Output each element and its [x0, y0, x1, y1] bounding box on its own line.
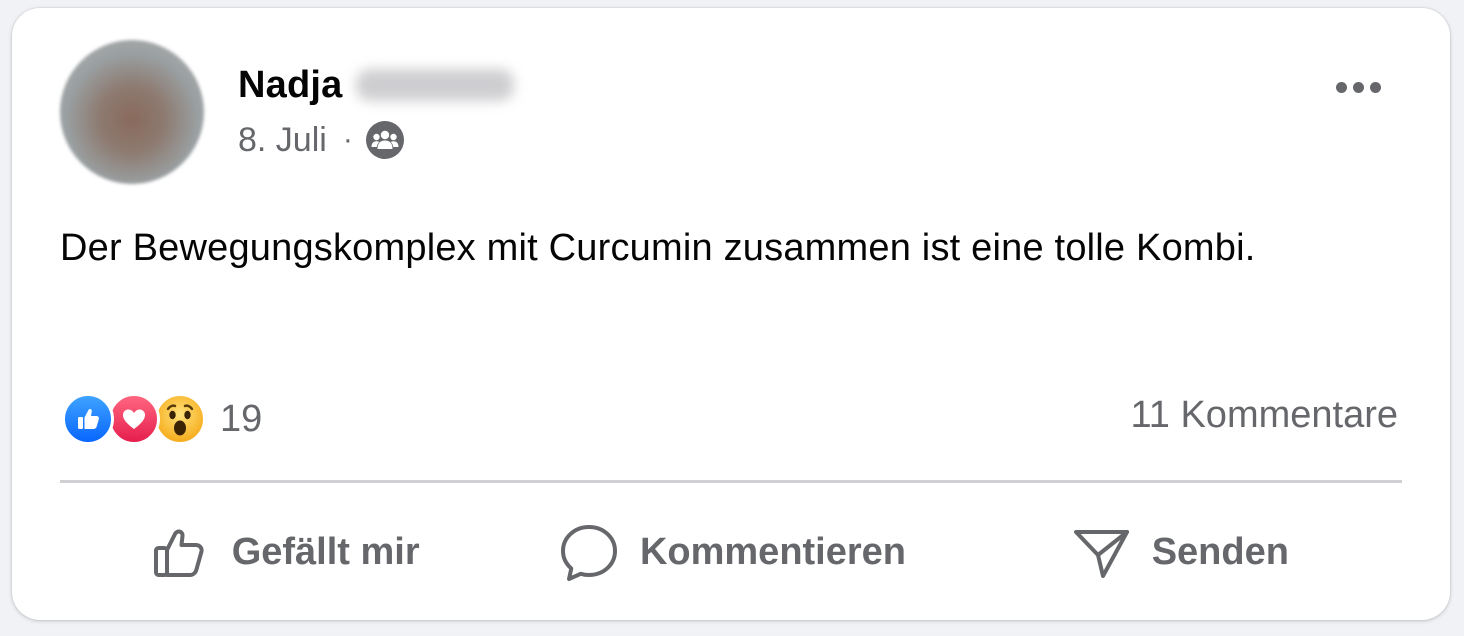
action-bar: Gefällt mir Kommentieren Senden: [60, 502, 1402, 602]
send-button-label: Senden: [1151, 530, 1289, 573]
post-card: Nadja 8. Juli · Der Bewegungskomplex mit…: [12, 8, 1450, 620]
send-button[interactable]: Senden: [955, 502, 1402, 602]
meta-separator: ·: [342, 123, 353, 156]
author-header: Nadja: [238, 62, 515, 108]
comments-count-link[interactable]: 11 Kommentare: [1130, 394, 1398, 437]
like-button-label: Gefällt mir: [231, 530, 420, 573]
dot: [1352, 81, 1364, 93]
dot: [1369, 81, 1381, 93]
post-date[interactable]: 8. Juli: [238, 121, 327, 160]
reaction-count: 19: [220, 397, 263, 440]
author-surname-blurred: [356, 69, 515, 101]
comment-button-label: Kommentieren: [639, 530, 907, 573]
author-avatar[interactable]: [60, 40, 204, 184]
post-text: Der Bewegungskomplex mit Curcumin zusamm…: [60, 227, 1256, 269]
like-reaction-icon: [62, 393, 114, 445]
friends-icon[interactable]: [365, 120, 405, 160]
comment-bubble-icon: [556, 519, 622, 585]
like-button[interactable]: Gefällt mir: [60, 502, 507, 602]
reactions-summary[interactable]: 19: [62, 391, 262, 447]
dot: [1335, 81, 1347, 93]
more-options-icon[interactable]: [1328, 70, 1388, 104]
love-reaction-icon: [108, 393, 160, 445]
comment-button[interactable]: Kommentieren: [507, 502, 954, 602]
author-name[interactable]: Nadja: [238, 64, 342, 107]
wow-reaction-icon: [154, 393, 206, 445]
thumbs-up-icon: [148, 519, 214, 585]
send-icon: [1068, 519, 1134, 585]
post-meta: 8. Juli ·: [238, 118, 405, 162]
divider: [60, 480, 1402, 483]
